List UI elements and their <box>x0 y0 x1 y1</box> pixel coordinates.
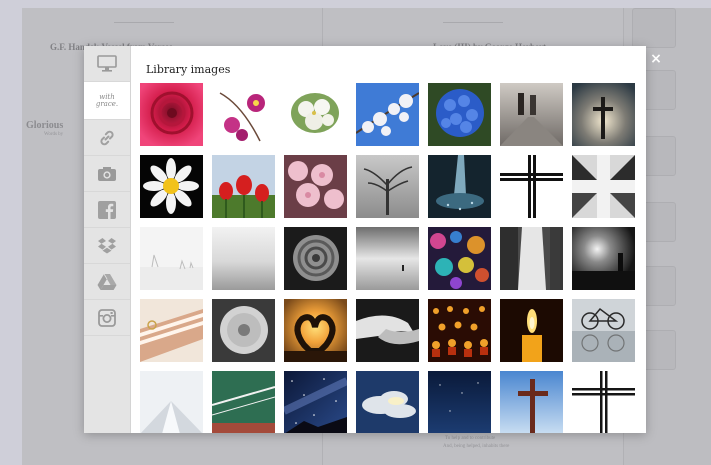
sidebar-item-google-drive[interactable] <box>84 264 130 300</box>
camera-icon <box>98 166 116 181</box>
sidebar-item-link[interactable] <box>84 120 130 156</box>
google-drive-icon <box>97 273 117 290</box>
sidebar-item-camera[interactable] <box>84 156 130 192</box>
image-thumbnail-night-waterfall[interactable] <box>428 155 491 218</box>
image-thumbnail-red-tulips[interactable] <box>212 155 275 218</box>
close-button[interactable]: × <box>649 52 663 66</box>
image-thumbnail-single-candle[interactable] <box>500 299 563 362</box>
sidebar-item-instagram[interactable] <box>84 300 130 336</box>
instagram-icon <box>98 308 116 327</box>
sidebar-item-computer[interactable] <box>84 46 130 82</box>
sidebar-item-dropbox[interactable] <box>84 228 130 264</box>
image-thumbnail-dark-blue-sky[interactable] <box>428 371 491 433</box>
image-thumbnail-white-boats[interactable] <box>140 227 203 290</box>
facebook-icon <box>98 200 116 219</box>
image-thumbnail-white-cross-gray[interactable] <box>572 155 635 218</box>
image-thumbnail-heart-hands-sunset[interactable] <box>284 299 347 362</box>
source-sidebar: with grace. <box>84 46 131 433</box>
image-thumbnail-dandelion[interactable] <box>212 299 275 362</box>
image-thumbnail-double-line-cross[interactable] <box>572 371 635 433</box>
modal-title: Library images <box>146 63 231 76</box>
sidebar-item-facebook[interactable] <box>84 192 130 228</box>
image-thumbnail-starry-night[interactable] <box>284 371 347 433</box>
image-thumbnail-pink-blossoms[interactable] <box>284 155 347 218</box>
computer-icon <box>97 55 117 72</box>
image-thumbnail-blue-hydrangea[interactable] <box>428 83 491 146</box>
image-thumbnail-white-lilies[interactable] <box>284 83 347 146</box>
image-thumbnail-candle-lights[interactable] <box>428 299 491 362</box>
link-icon <box>100 130 114 145</box>
image-thumbnail-wooden-cross-sky[interactable] <box>500 371 563 433</box>
image-thumbnail-black-cross[interactable] <box>500 155 563 218</box>
image-thumbnail-cross-sunset[interactable] <box>572 83 635 146</box>
image-thumbnail-bicycle-reflection[interactable] <box>572 299 635 362</box>
image-thumbnail-white-daisy[interactable] <box>140 155 203 218</box>
image-thumbnail-white-wall-light[interactable] <box>140 371 203 433</box>
image-library-modal: with grace. Library images <box>84 46 646 433</box>
image-thumbnail-open-book[interactable] <box>140 299 203 362</box>
image-thumbnail-pink-orchid[interactable] <box>212 83 275 146</box>
image-thumbnail-couple-walking[interactable] <box>500 83 563 146</box>
image-thumbnail-foggy-tree[interactable] <box>356 155 419 218</box>
image-thumbnail-person-on-beach[interactable] <box>356 227 419 290</box>
image-thumbnail-misty-sea[interactable] <box>212 227 275 290</box>
image-thumbnail-holding-hands-bw[interactable] <box>356 299 419 362</box>
dropbox-icon <box>98 237 116 253</box>
image-thumbnail-tennis-court[interactable] <box>212 371 275 433</box>
image-thumbnail-cloudy-sky[interactable] <box>356 371 419 433</box>
with-grace-logo: with grace. <box>95 92 119 108</box>
image-thumbnail-dark-sunset-silhouette[interactable] <box>572 227 635 290</box>
sidebar-item-with-grace[interactable]: with grace. <box>84 82 130 120</box>
image-thumbnail-red-rose[interactable] <box>140 83 203 146</box>
image-thumbnail-bw-rose[interactable] <box>284 227 347 290</box>
image-thumbnail-bw-waterfall[interactable] <box>500 227 563 290</box>
image-thumbnail-cherry-blossom-sky[interactable] <box>356 83 419 146</box>
image-thumbnail-bokeh-lights[interactable] <box>428 227 491 290</box>
